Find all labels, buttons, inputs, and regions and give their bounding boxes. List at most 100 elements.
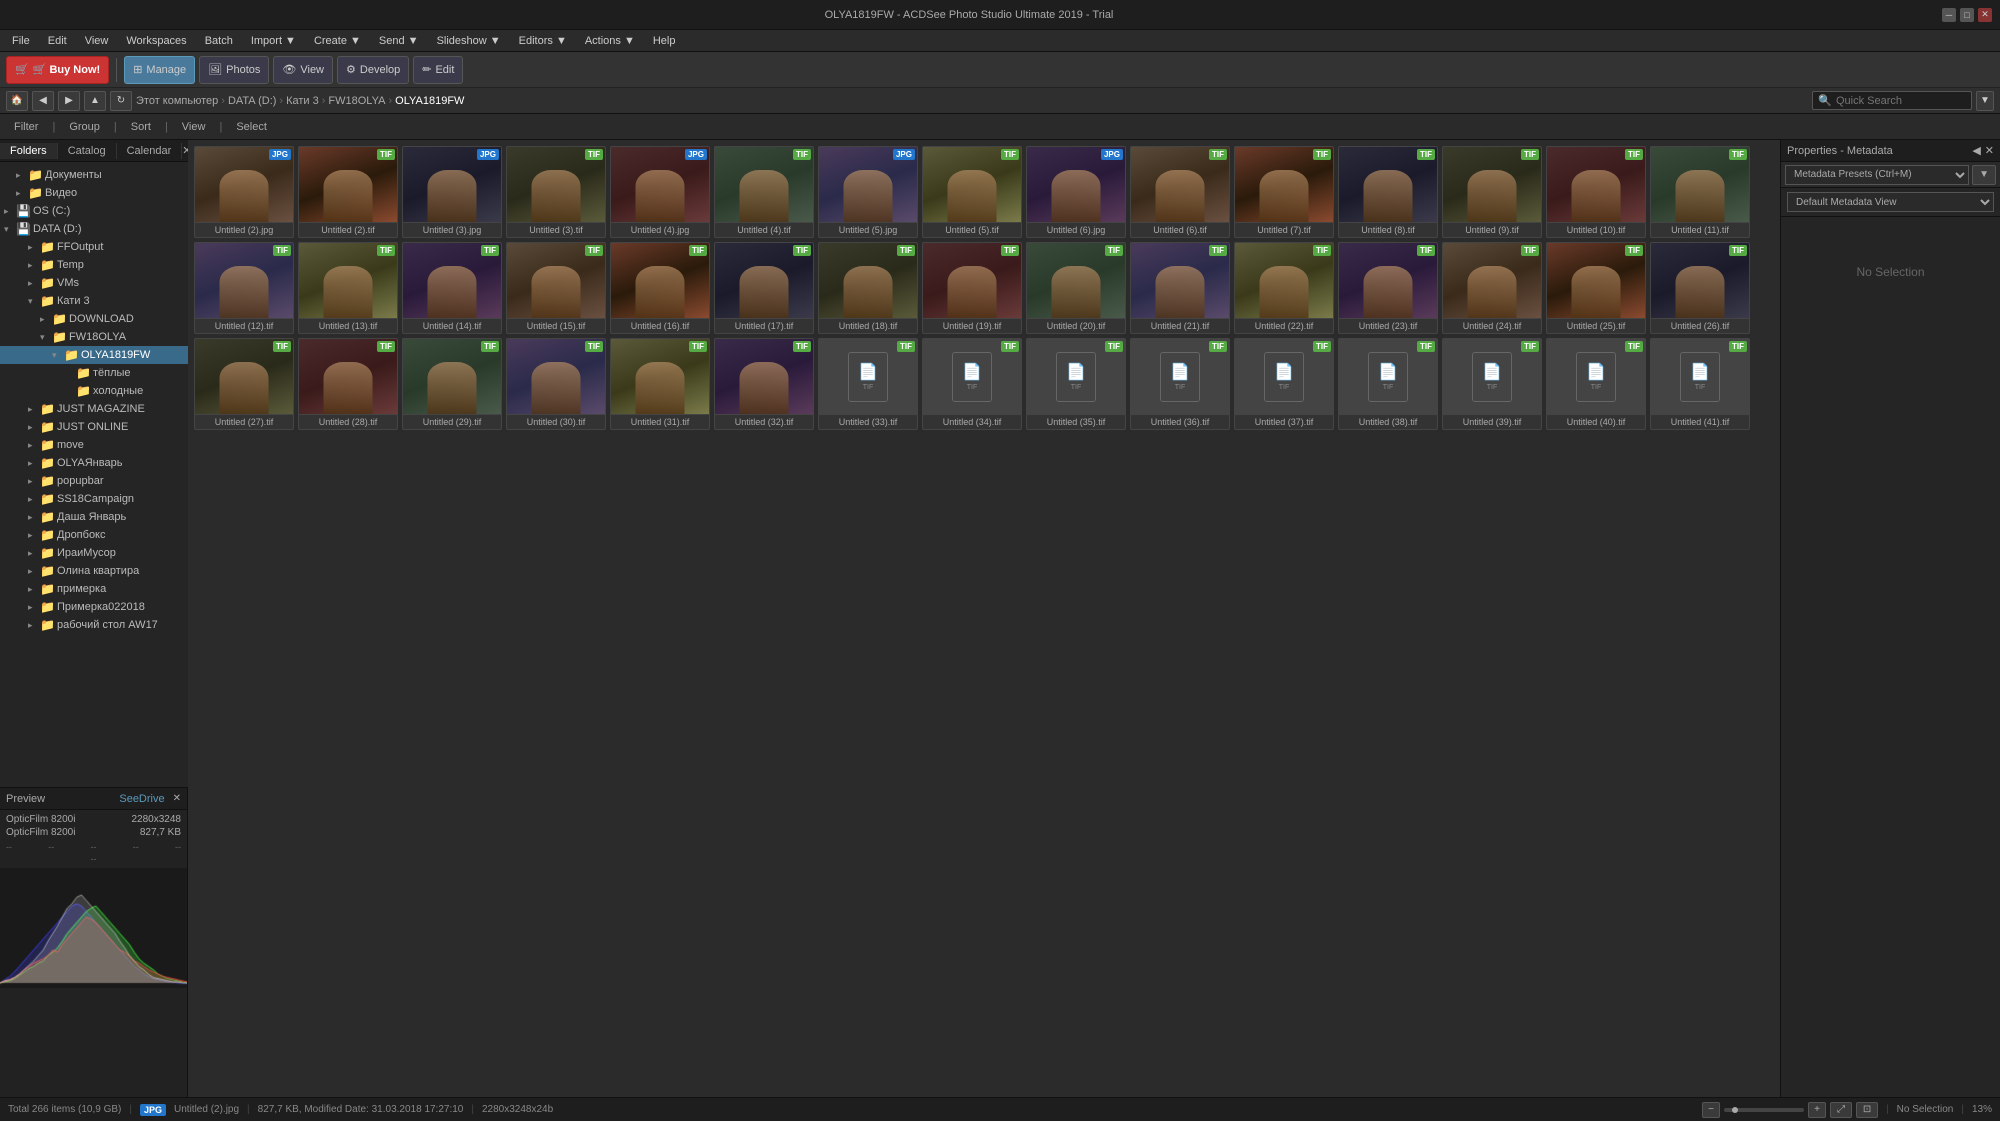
thumbnail-item-18[interactable]: TIFUntitled (15).tif — [506, 242, 606, 334]
menu-file[interactable]: File — [4, 33, 38, 49]
sort-button[interactable]: Sort — [125, 119, 157, 135]
tab-calendar[interactable]: Calendar — [117, 143, 183, 159]
nav-refresh-btn[interactable]: ↻ — [110, 91, 132, 111]
thumbnail-grid[interactable]: JPGUntitled (2).jpgTIFUntitled (2).tifJP… — [188, 140, 1780, 1097]
breadcrumb-data-d[interactable]: DATA (D:) — [228, 95, 276, 107]
thumbnail-item-12[interactable]: TIFUntitled (9).tif — [1442, 146, 1542, 238]
tree-item-3[interactable]: ▾💾DATA (D:) — [0, 220, 188, 238]
manage-button[interactable]: ⊞ Manage — [124, 56, 195, 84]
menu-editors[interactable]: Editors ▼ — [511, 33, 575, 49]
thumbnail-item-29[interactable]: TIFUntitled (26).tif — [1650, 242, 1750, 334]
view-button[interactable]: 👁 View — [273, 56, 333, 84]
menu-batch[interactable]: Batch — [197, 33, 241, 49]
thumbnail-item-41[interactable]: TIF📄TIFUntitled (38).tif — [1338, 338, 1438, 430]
tree-item-6[interactable]: ▸📁VMs — [0, 274, 188, 292]
edit-button[interactable]: ✏ Edit — [413, 56, 463, 84]
right-sidebar-close-btn[interactable]: ✕ — [1985, 144, 1994, 157]
thumbnail-item-16[interactable]: TIFUntitled (13).tif — [298, 242, 398, 334]
thumbnail-item-33[interactable]: TIFUntitled (30).tif — [506, 338, 606, 430]
seedrive-label[interactable]: SeeDrive — [119, 793, 164, 805]
breadcrumb-kati3[interactable]: Кати 3 — [286, 95, 319, 107]
folder-tree[interactable]: ▸📁Документы▸📁Видео▸💾OS (C:)▾💾DATA (D:)▸📁… — [0, 162, 188, 787]
thumbnail-item-3[interactable]: TIFUntitled (3).tif — [506, 146, 606, 238]
menu-workspaces[interactable]: Workspaces — [118, 33, 194, 49]
tree-item-11[interactable]: 📁тёплые — [0, 364, 188, 382]
menu-actions[interactable]: Actions ▼ — [577, 33, 643, 49]
tree-item-4[interactable]: ▸📁FFOutput — [0, 238, 188, 256]
right-sidebar-expand-btn[interactable]: ◀ — [1972, 144, 1980, 157]
zoom-out-btn[interactable]: − — [1702, 1102, 1720, 1118]
thumbnail-item-35[interactable]: TIFUntitled (32).tif — [714, 338, 814, 430]
thumbnail-item-1[interactable]: TIFUntitled (2).tif — [298, 146, 398, 238]
tree-item-16[interactable]: ▸📁OLYAЯнварь — [0, 454, 188, 472]
thumbnail-item-24[interactable]: TIFUntitled (21).tif — [1130, 242, 1230, 334]
menu-view[interactable]: View — [77, 33, 117, 49]
tree-item-5[interactable]: ▸📁Temp — [0, 256, 188, 274]
thumbnail-item-13[interactable]: TIFUntitled (10).tif — [1546, 146, 1646, 238]
zoom-actual-btn[interactable]: ⊡ — [1856, 1102, 1878, 1118]
metadata-view-select[interactable]: Default Metadata View — [1787, 192, 1994, 212]
metadata-preset-select[interactable]: Metadata Presets (Ctrl+M) — [1785, 165, 1969, 185]
thumbnail-item-28[interactable]: TIFUntitled (25).tif — [1546, 242, 1646, 334]
tree-item-9[interactable]: ▾📁FW18OLYA — [0, 328, 188, 346]
thumbnail-item-9[interactable]: TIFUntitled (6).tif — [1130, 146, 1230, 238]
menu-create[interactable]: Create ▼ — [306, 33, 369, 49]
thumbnail-item-40[interactable]: TIF📄TIFUntitled (37).tif — [1234, 338, 1334, 430]
thumbnail-item-8[interactable]: JPGUntitled (6).jpg — [1026, 146, 1126, 238]
menu-slideshow[interactable]: Slideshow ▼ — [429, 33, 509, 49]
view-filter-button[interactable]: View — [176, 119, 212, 135]
tree-item-19[interactable]: ▸📁Даша Январь — [0, 508, 188, 526]
select-button[interactable]: Select — [230, 119, 273, 135]
metadata-options-btn[interactable]: ▼ — [1972, 165, 1996, 185]
thumbnail-item-39[interactable]: TIF📄TIFUntitled (36).tif — [1130, 338, 1230, 430]
tab-folders[interactable]: Folders — [0, 143, 58, 159]
tree-item-14[interactable]: ▸📁JUST ONLINE — [0, 418, 188, 436]
close-btn[interactable]: ✕ — [1978, 8, 1992, 22]
thumbnail-item-23[interactable]: TIFUntitled (20).tif — [1026, 242, 1126, 334]
thumbnail-item-7[interactable]: TIFUntitled (5).tif — [922, 146, 1022, 238]
thumbnail-item-19[interactable]: TIFUntitled (16).tif — [610, 242, 710, 334]
tree-item-20[interactable]: ▸📁Дропбокс — [0, 526, 188, 544]
thumbnail-item-36[interactable]: TIF📄TIFUntitled (33).tif — [818, 338, 918, 430]
thumbnail-item-44[interactable]: TIF📄TIFUntitled (41).tif — [1650, 338, 1750, 430]
thumbnail-item-5[interactable]: TIFUntitled (4).tif — [714, 146, 814, 238]
tree-item-10[interactable]: ▾📁OLYA1819FW — [0, 346, 188, 364]
zoom-fit-btn[interactable]: ⤢ — [1830, 1102, 1852, 1118]
group-button[interactable]: Group — [63, 119, 106, 135]
thumbnail-item-2[interactable]: JPGUntitled (3).jpg — [402, 146, 502, 238]
thumbnail-item-25[interactable]: TIFUntitled (22).tif — [1234, 242, 1334, 334]
photos-button[interactable]: 🖼 Photos — [199, 56, 269, 84]
breadcrumb-this-pc[interactable]: Этот компьютер — [136, 95, 218, 107]
tree-item-17[interactable]: ▸📁popupbar — [0, 472, 188, 490]
minimize-btn[interactable]: ─ — [1942, 8, 1956, 22]
thumbnail-item-31[interactable]: TIFUntitled (28).tif — [298, 338, 398, 430]
tree-item-22[interactable]: ▸📁Олина квартира — [0, 562, 188, 580]
zoom-in-btn[interactable]: + — [1808, 1102, 1826, 1118]
tree-item-24[interactable]: ▸📁Примерка022018 — [0, 598, 188, 616]
tree-item-23[interactable]: ▸📁примерка — [0, 580, 188, 598]
tree-item-25[interactable]: ▸📁рабочий стол AW17 — [0, 616, 188, 634]
filter-button[interactable]: Filter — [8, 119, 44, 135]
menu-edit[interactable]: Edit — [40, 33, 75, 49]
preview-close-btn[interactable]: ✕ — [173, 793, 181, 804]
thumbnail-item-34[interactable]: TIFUntitled (31).tif — [610, 338, 710, 430]
tree-item-13[interactable]: ▸📁JUST MAGAZINE — [0, 400, 188, 418]
tree-item-21[interactable]: ▸📁ИраиМусор — [0, 544, 188, 562]
thumbnail-item-4[interactable]: JPGUntitled (4).jpg — [610, 146, 710, 238]
search-input[interactable] — [1836, 95, 1966, 107]
search-options-btn[interactable]: ▼ — [1976, 91, 1994, 111]
tree-item-12[interactable]: 📁холодные — [0, 382, 188, 400]
thumbnail-item-38[interactable]: TIF📄TIFUntitled (35).tif — [1026, 338, 1126, 430]
thumbnail-item-21[interactable]: TIFUntitled (18).tif — [818, 242, 918, 334]
tree-item-15[interactable]: ▸📁move — [0, 436, 188, 454]
menu-send[interactable]: Send ▼ — [371, 33, 427, 49]
thumbnail-item-22[interactable]: TIFUntitled (19).tif — [922, 242, 1022, 334]
thumbnail-item-14[interactable]: TIFUntitled (11).tif — [1650, 146, 1750, 238]
nav-back-btn[interactable]: ◀ — [32, 91, 54, 111]
thumbnail-item-15[interactable]: TIFUntitled (12).tif — [194, 242, 294, 334]
thumbnail-item-11[interactable]: TIFUntitled (8).tif — [1338, 146, 1438, 238]
maximize-btn[interactable]: □ — [1960, 8, 1974, 22]
thumbnail-item-37[interactable]: TIF📄TIFUntitled (34).tif — [922, 338, 1022, 430]
tree-item-1[interactable]: ▸📁Видео — [0, 184, 188, 202]
thumbnail-item-27[interactable]: TIFUntitled (24).tif — [1442, 242, 1542, 334]
